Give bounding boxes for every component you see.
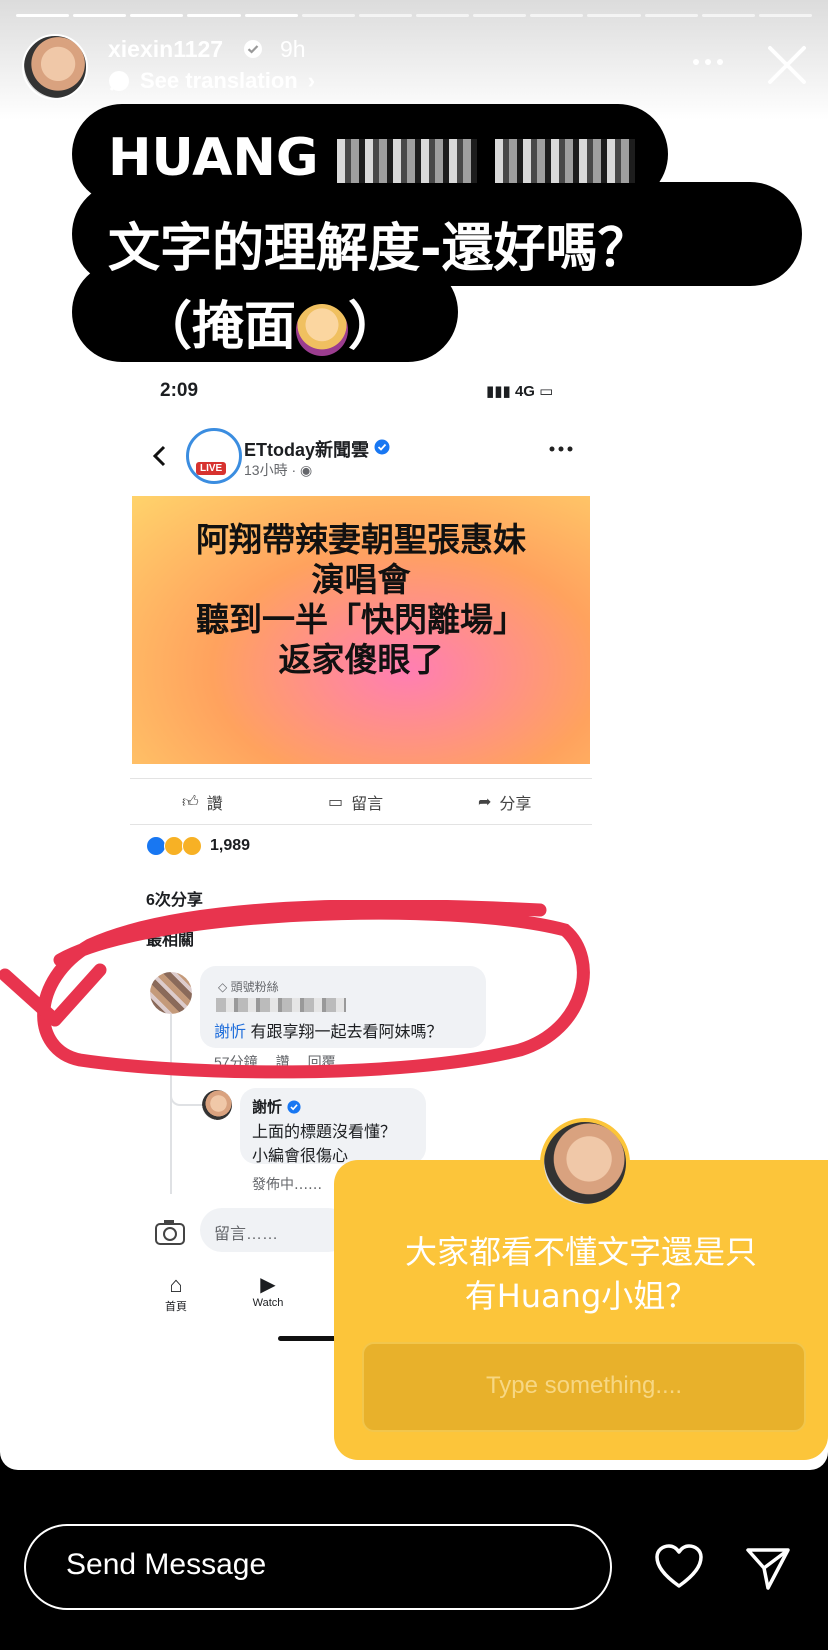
- blurred-name: [494, 139, 635, 183]
- more-options-icon[interactable]: [688, 50, 728, 74]
- send-icon[interactable]: [744, 1544, 792, 1592]
- like-button: 👍︎ 讚: [182, 790, 223, 814]
- close-icon[interactable]: [764, 42, 810, 88]
- question-sticker-avatar: [540, 1118, 630, 1208]
- progress-segment: [644, 14, 698, 17]
- post-time-text: 13小時 ·: [244, 462, 297, 478]
- see-translation-label: See translation: [140, 68, 298, 93]
- post-image-text: 阿翔帶辣妻朝聖張惠妹 演唱會 聽到一半「快閃離場」 返家傻眼了: [132, 520, 590, 680]
- progress-segment: [130, 14, 184, 17]
- story-frame: xiexin1127 9h See translation › HUANG 文字…: [0, 0, 828, 1470]
- page-verified-icon: [374, 439, 390, 455]
- camera-icon: [155, 1220, 185, 1245]
- live-badge: LIVE: [196, 462, 227, 475]
- red-marker-annotation: [0, 900, 590, 1079]
- send-message-placeholder: Send Message: [66, 1548, 267, 1581]
- progress-segment: [415, 14, 470, 17]
- post-age: 9h: [280, 36, 306, 62]
- blurred-name: [336, 139, 477, 183]
- translate-icon: [109, 71, 129, 91]
- caption-line-1: HUANG: [108, 128, 635, 188]
- caption-line-2: 文字的理解度-還好嗎？: [108, 219, 650, 279]
- reaction-summary: 1,989: [146, 836, 250, 856]
- progress-segment: [587, 14, 641, 17]
- facepalm-emoji-icon: [296, 304, 349, 356]
- question-text: 大家都看不懂文字還是只 有Huang小姐？: [334, 1230, 828, 1318]
- reply-verified-icon: [287, 1099, 301, 1114]
- share-arrow-icon: ➦: [478, 794, 492, 811]
- chevron-right-icon: ›: [307, 68, 316, 93]
- reply-text: 小編會很傷心: [252, 1148, 349, 1165]
- home-icon: ⌂: [169, 1272, 183, 1297]
- page-avatar: [186, 428, 242, 484]
- story-progress-bar: [16, 14, 812, 18]
- caption-line-3-close: ）: [348, 297, 401, 357]
- progress-segment: [701, 14, 755, 17]
- heart-icon[interactable]: [654, 1544, 704, 1590]
- signal-icon: ▮▮▮: [486, 383, 515, 400]
- post-image-line: 聽到一半「快閃離場」: [196, 600, 526, 639]
- progress-segment: [473, 14, 527, 17]
- share-label: 分享: [499, 796, 532, 813]
- progress-segment: [301, 14, 355, 17]
- progress-segment: [187, 14, 241, 17]
- progress-segment: [244, 14, 298, 17]
- like-reaction-icon: [146, 836, 166, 856]
- question-text-line: 有Huang小姐？: [464, 1277, 698, 1315]
- caption-name: HUANG: [108, 128, 319, 188]
- page-name: ETtoday新聞雲: [244, 440, 370, 460]
- post-more-icon: [549, 446, 573, 452]
- progress-segment: [73, 14, 127, 17]
- username[interactable]: xiexin1127: [108, 36, 223, 63]
- status-icons: ▮▮▮ 4G ▭: [486, 382, 553, 400]
- nav-home: ⌂ 首頁: [156, 1272, 196, 1314]
- thumbs-up-icon: 👍︎: [182, 793, 199, 811]
- question-answer-placeholder: Type something....: [485, 1372, 683, 1399]
- progress-segment: [358, 14, 412, 17]
- back-arrow-icon: [152, 445, 166, 467]
- nav-home-label: 首頁: [165, 1301, 187, 1313]
- globe-icon: ◉: [300, 462, 313, 478]
- progress-segment: [530, 14, 584, 17]
- comment-button: ▭ 留言: [328, 790, 383, 814]
- wow-reaction-icon: [182, 836, 202, 856]
- nav-watch-label: Watch: [252, 1297, 284, 1309]
- battery-icon: ▭: [534, 383, 554, 400]
- home-indicator: [278, 1336, 338, 1341]
- watch-icon: ▶: [260, 1274, 276, 1296]
- post-image-line: 阿翔帶辣妻朝聖張惠妹: [196, 520, 526, 559]
- post-image-line: 返家傻眼了: [278, 640, 444, 679]
- comment-input-placeholder: 留言……: [214, 1226, 279, 1243]
- like-label: 讚: [206, 796, 223, 813]
- reply-sending-status: 發佈中‥‥‥: [252, 1176, 323, 1192]
- reply-text: 上面的標題沒看懂？: [252, 1124, 397, 1141]
- post-time: 13小時 · ◉: [244, 460, 312, 480]
- question-text-line: 大家都看不懂文字還是只: [404, 1233, 757, 1271]
- comment-bubble-icon: ▭: [328, 794, 344, 811]
- haha-reaction-icon: [164, 836, 184, 856]
- reaction-count: 1,989: [210, 837, 251, 854]
- caption-line-3-text: （掩面: [140, 297, 297, 357]
- nav-watch: ▶ Watch: [248, 1272, 288, 1309]
- comment-label: 留言: [351, 796, 384, 813]
- progress-segment: [758, 14, 812, 17]
- post-image-line: 演唱會: [311, 560, 411, 599]
- network-label: 4G: [514, 383, 535, 400]
- progress-segment: [16, 14, 70, 17]
- see-translation-link[interactable]: See translation ›: [108, 68, 315, 94]
- profile-avatar[interactable]: [22, 34, 88, 100]
- caption-line-3: （掩面 ）: [140, 284, 400, 359]
- divider: [130, 778, 592, 779]
- status-time: 2:09: [160, 380, 199, 401]
- divider: [130, 824, 592, 825]
- share-button: ➦ 分享: [478, 790, 531, 814]
- verified-badge-icon: [244, 40, 262, 58]
